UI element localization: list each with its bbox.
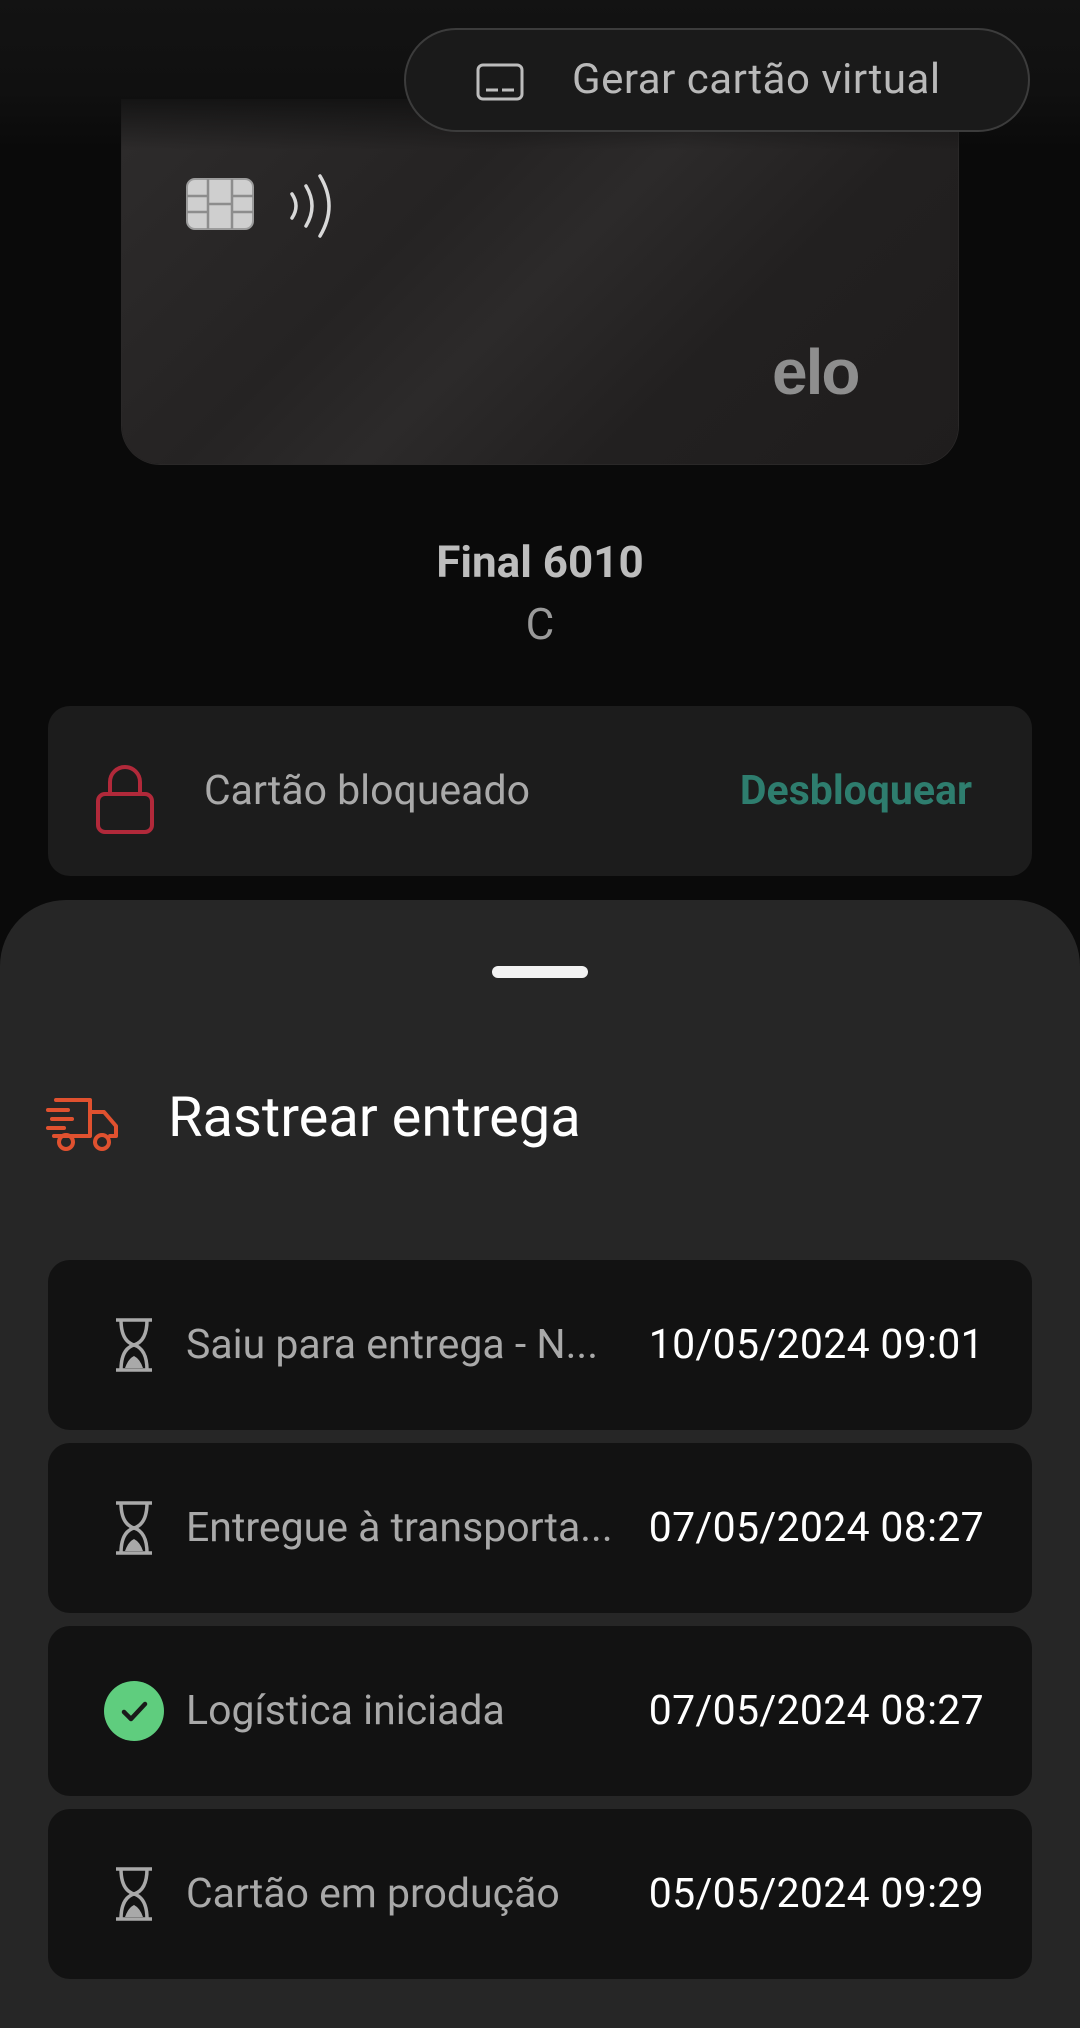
block-status-label: Cartão bloqueado — [204, 767, 530, 815]
tracking-title: Rastrear entrega — [168, 1084, 581, 1150]
hourglass-icon — [116, 1867, 152, 1921]
generate-virtual-card-button[interactable]: Gerar cartão virtual — [404, 28, 1030, 132]
generate-virtual-card-label: Gerar cartão virtual — [572, 55, 941, 104]
card-block-status: Cartão bloqueado Desbloquear — [48, 706, 1032, 876]
tracking-step[interactable]: Saiu para entrega - N... 10/05/2024 09:0… — [48, 1260, 1032, 1430]
card-last-digits: Final 6010 — [436, 536, 644, 588]
tracking-step-label: Cartão em produção — [186, 1870, 560, 1918]
card-outline-icon — [476, 63, 524, 101]
credit-card[interactable]: elo — [122, 100, 958, 464]
tracking-step[interactable]: Cartão em produção 05/05/2024 09:29 — [48, 1809, 1032, 1979]
tracking-step[interactable]: Logística iniciada 07/05/2024 08:27 — [48, 1626, 1032, 1796]
unlock-button[interactable]: Desbloquear — [740, 706, 972, 876]
tracking-step[interactable]: Entregue à transporta... 07/05/2024 08:2… — [48, 1443, 1032, 1613]
tracking-step-date: 07/05/2024 08:27 — [648, 1504, 984, 1552]
svg-text:elo: elo — [772, 338, 858, 408]
tracking-step-label: Entregue à transporta... — [186, 1504, 613, 1552]
tracking-step-date: 10/05/2024 09:01 — [648, 1321, 984, 1369]
sheet-drag-handle[interactable] — [492, 966, 588, 978]
elo-brand-logo: elo — [772, 338, 860, 408]
hourglass-icon — [116, 1501, 152, 1555]
card-holder-name: C — [525, 598, 555, 650]
contactless-icon — [290, 174, 331, 238]
check-circle-icon — [104, 1681, 164, 1741]
tracking-step-label: Logística iniciada — [186, 1687, 505, 1735]
card-chip-icon — [186, 178, 254, 230]
delivery-truck-icon — [46, 1098, 118, 1151]
hourglass-icon — [116, 1318, 152, 1372]
tracking-step-date: 07/05/2024 08:27 — [648, 1687, 984, 1735]
lock-icon — [96, 765, 154, 834]
tracking-step-label: Saiu para entrega - N... — [186, 1321, 599, 1369]
tracking-step-date: 05/05/2024 09:29 — [648, 1870, 984, 1918]
